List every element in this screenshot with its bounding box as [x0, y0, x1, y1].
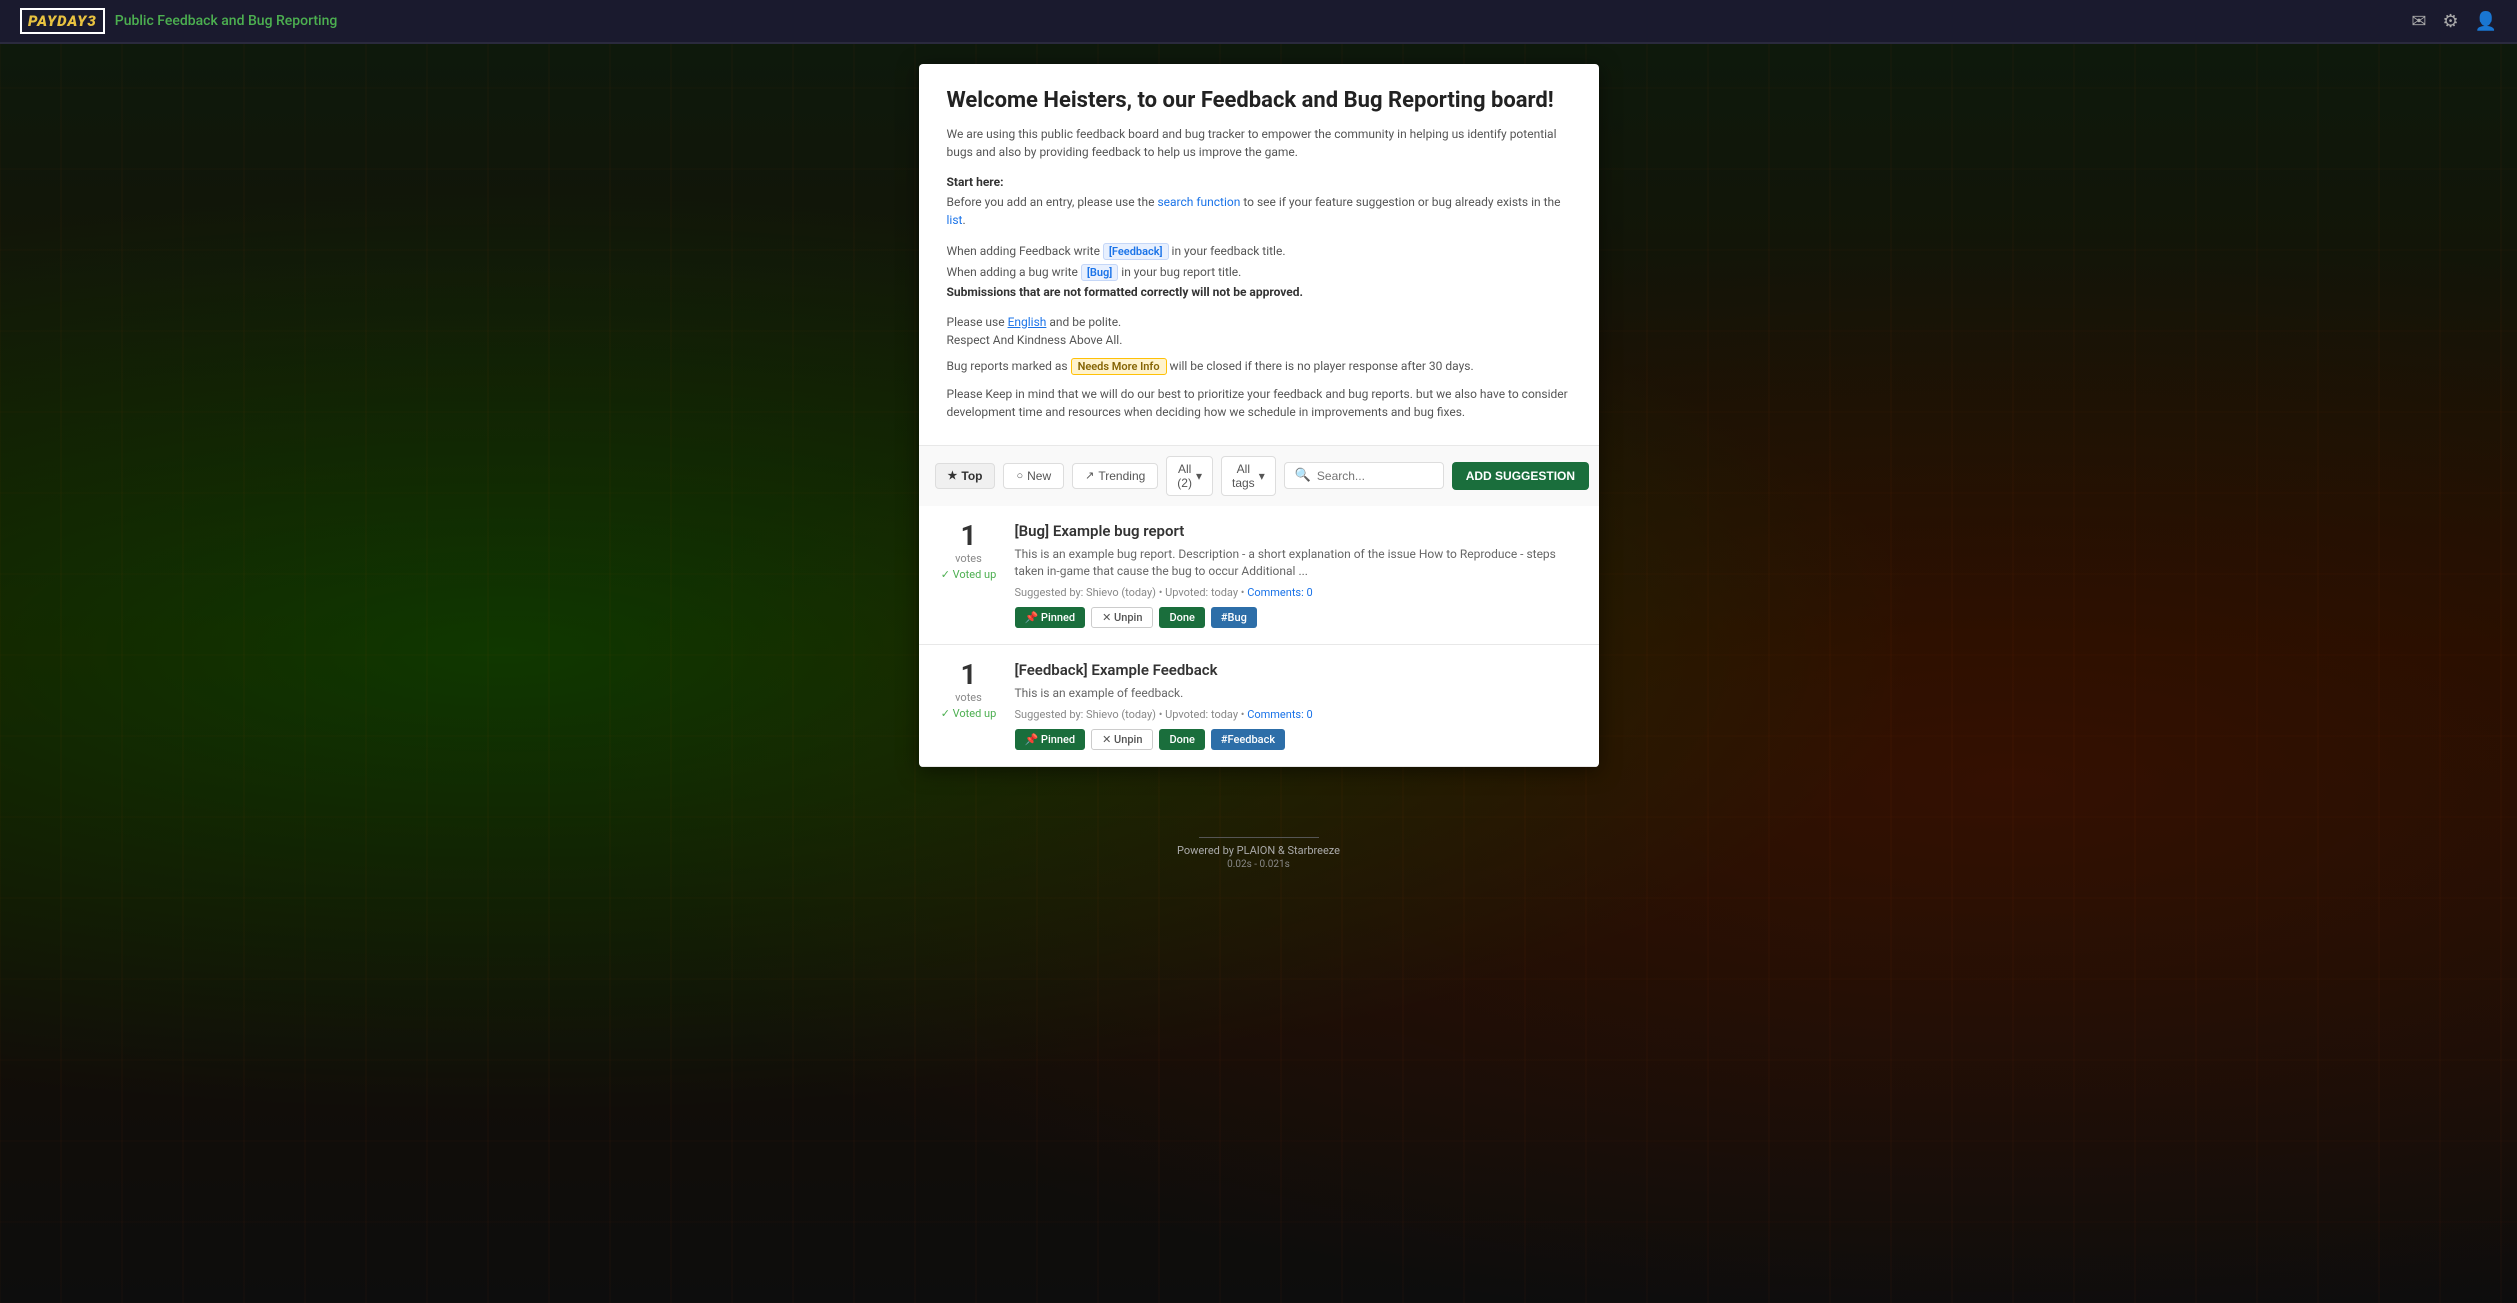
bug-tag: [Bug] [1081, 264, 1118, 281]
suggestion-item-2: 1 votes ✓ Voted up [Feedback] Example Fe… [919, 645, 1599, 767]
feedback-tag-2[interactable]: #Feedback [1211, 729, 1285, 750]
comments-link-1[interactable]: Comments: 0 [1247, 586, 1312, 599]
logo-number: 3 [87, 12, 96, 30]
trending-icon: ↗ [1085, 469, 1094, 482]
filter-tags-btn[interactable]: All tags ▾ [1221, 456, 1276, 496]
vote-count-1: 1 [960, 522, 976, 550]
bug-rule: When adding a bug write [Bug] in your bu… [947, 262, 1571, 283]
welcome-title: Welcome Heisters, to our Feedback and Bu… [947, 88, 1571, 113]
game-logo: PAYDAY3 [20, 8, 105, 34]
item-title-1[interactable]: [Bug] Example bug report [1015, 522, 1579, 542]
format-rules: When adding Feedback write [Feedback] in… [947, 241, 1571, 303]
bottom-notice: Please Keep in mind that we will do our … [947, 385, 1571, 421]
logo-text: PAYDAY [28, 12, 87, 30]
item-desc-1: This is an example bug report. Descripti… [1015, 546, 1579, 580]
unpin-tag-2[interactable]: ✕ Unpin [1091, 729, 1153, 750]
pinned-tag-1[interactable]: 📌 Pinned [1015, 607, 1086, 628]
settings-icon[interactable]: ⚙ [2442, 11, 2458, 32]
tab-top[interactable]: ★ Top [935, 463, 996, 489]
suggestions-list: 1 votes ✓ Voted up [Bug] Example bug rep… [919, 506, 1599, 767]
search-icon: 🔍 [1295, 468, 1311, 483]
main-container: Welcome Heisters, to our Feedback and Bu… [0, 44, 2517, 827]
feedback-tag: [Feedback] [1103, 243, 1169, 260]
respect-notice: Respect And Kindness Above All. [947, 333, 1571, 347]
voted-up-1: ✓ Voted up [941, 568, 997, 581]
filter-all-label: All (2) [1177, 462, 1192, 490]
format-warning: Submissions that are not formatted corre… [947, 282, 1571, 302]
mail-icon[interactable]: ✉ [2411, 11, 2426, 32]
header-icons-group: ✉ ⚙ 👤 [2411, 11, 2497, 32]
filter-tags-label: All tags [1232, 462, 1255, 490]
welcome-section: Welcome Heisters, to our Feedback and Bu… [919, 64, 1599, 445]
bug-tag-1[interactable]: #Bug [1211, 607, 1257, 628]
unpin-tag-1[interactable]: ✕ Unpin [1091, 607, 1153, 628]
item-meta-1: Suggested by: Shievo (today) • Upvoted: … [1015, 586, 1579, 599]
search-function-link[interactable]: search function [1157, 195, 1240, 209]
vote-count-2: 1 [960, 661, 976, 689]
language-notice: Please use English and be polite. [947, 315, 1571, 329]
vote-column-2: 1 votes ✓ Voted up [939, 661, 999, 720]
nmi-badge: Needs More Info [1071, 358, 1167, 375]
needs-more-info-notice: Bug reports marked as Needs More Info wi… [947, 359, 1571, 373]
powered-by: Powered by PLAION & Starbreeze [1177, 844, 1340, 857]
tab-trending-label: Trending [1098, 469, 1145, 483]
tab-trending[interactable]: ↗ Trending [1072, 463, 1158, 489]
footer: Powered by PLAION & Starbreeze 0.02s - 0… [0, 827, 2517, 880]
start-here-label: Start here: [947, 175, 1571, 189]
welcome-description: We are using this public feedback board … [947, 125, 1571, 161]
item-meta-2: Suggested by: Shievo (today) • Upvoted: … [1015, 708, 1579, 721]
list-link[interactable]: list [947, 213, 963, 227]
filter-all-btn[interactable]: All (2) ▾ [1166, 456, 1213, 496]
feedback-rule: When adding Feedback write [Feedback] in… [947, 241, 1571, 262]
main-header: PAYDAY3 Public Feedback and Bug Reportin… [0, 0, 2517, 44]
item-tags-2: 📌 Pinned ✕ Unpin Done #Feedback [1015, 729, 1579, 750]
done-tag-1[interactable]: Done [1159, 607, 1204, 628]
item-title-2[interactable]: [Feedback] Example Feedback [1015, 661, 1579, 681]
circle-icon: ○ [1016, 470, 1023, 482]
logo-area: PAYDAY3 Public Feedback and Bug Reportin… [20, 8, 337, 34]
vote-column-1: 1 votes ✓ Voted up [939, 522, 999, 581]
tab-top-label: Top [961, 469, 982, 483]
add-suggestion-button[interactable]: ADD SUGGESTION [1452, 462, 1589, 490]
search-box: 🔍 [1284, 462, 1444, 489]
user-icon[interactable]: 👤 [2475, 11, 2497, 32]
search-input[interactable] [1317, 469, 1437, 483]
done-tag-2[interactable]: Done [1159, 729, 1204, 750]
item-body-1: [Bug] Example bug report This is an exam… [1015, 522, 1579, 628]
voted-up-2: ✓ Voted up [941, 707, 997, 720]
page-title: Public Feedback and Bug Reporting [115, 13, 338, 29]
votes-label-2: votes [955, 691, 982, 704]
suggestion-item-1: 1 votes ✓ Voted up [Bug] Example bug rep… [919, 506, 1599, 645]
english-link[interactable]: English [1008, 315, 1047, 329]
chevron-down-icon: ▾ [1196, 469, 1202, 483]
item-body-2: [Feedback] Example Feedback This is an e… [1015, 661, 1579, 750]
tab-new[interactable]: ○ New [1003, 463, 1064, 489]
toolbar: ★ Top ○ New ↗ Trending All (2) ▾ All tag… [919, 445, 1599, 506]
item-desc-2: This is an example of feedback. [1015, 685, 1579, 702]
comments-link-2[interactable]: Comments: 0 [1247, 708, 1312, 721]
pinned-tag-2[interactable]: 📌 Pinned [1015, 729, 1086, 750]
search-instruction: Before you add an entry, please use the … [947, 193, 1571, 229]
item-tags-1: 📌 Pinned ✕ Unpin Done #Bug [1015, 607, 1579, 628]
content-panel: Welcome Heisters, to our Feedback and Bu… [919, 64, 1599, 767]
footer-divider [1199, 837, 1319, 838]
star-icon: ★ [948, 469, 958, 482]
votes-label-1: votes [955, 552, 982, 565]
tab-new-label: New [1027, 469, 1051, 483]
chevron-down-icon-2: ▾ [1259, 469, 1265, 483]
timing: 0.02s - 0.021s [1227, 859, 1290, 870]
